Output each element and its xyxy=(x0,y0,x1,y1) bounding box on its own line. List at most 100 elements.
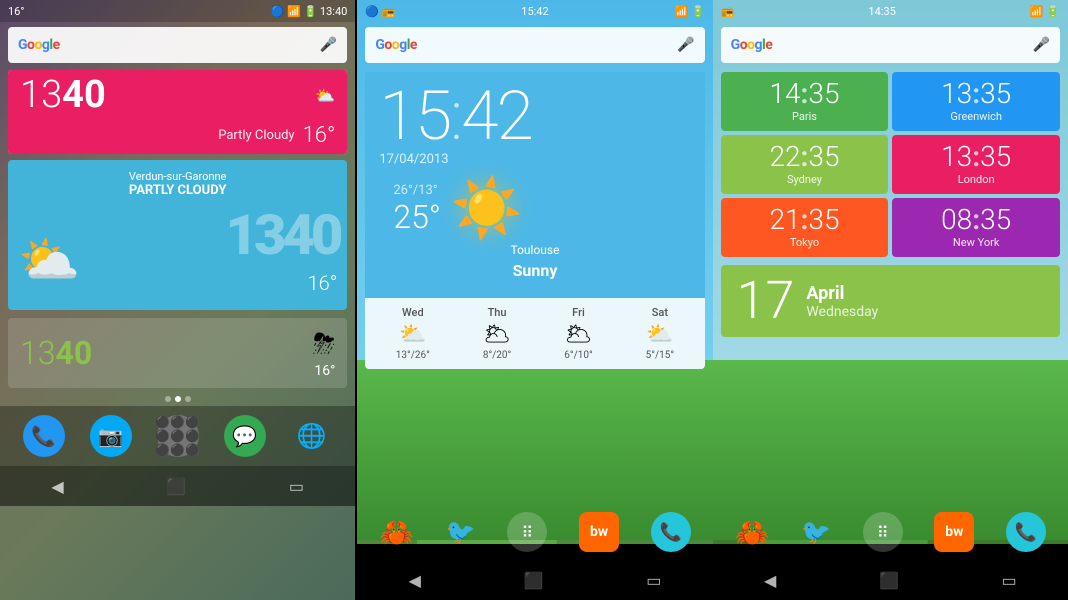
clock-paris: 14:35 Paris xyxy=(721,72,889,131)
widget1-time: 1340 xyxy=(20,76,106,114)
wwm-current-temp: 25° xyxy=(393,198,441,236)
wwm-time: 15:42 xyxy=(379,82,690,150)
dock-apps-3[interactable]: ⠿ xyxy=(863,512,903,552)
clock-greenwich-city: Greenwich xyxy=(950,110,1002,123)
nav-back-1[interactable]: ◀ xyxy=(51,477,63,496)
nav-recent-2[interactable]: ▭ xyxy=(646,571,661,590)
google-search-bar-1[interactable]: Google 🎤 xyxy=(8,27,347,63)
wwl-vertical-time: 1340 xyxy=(226,207,340,263)
status-temp: 16° xyxy=(8,5,24,18)
dock-crab-3[interactable]: 🦀 xyxy=(735,516,770,549)
clock-london: 13:35 London xyxy=(892,135,1060,194)
mic-icon-1[interactable]: 🎤 xyxy=(320,37,337,53)
forecast-day-fri: Fri 🌥 6°/10° xyxy=(564,306,592,361)
status-time-2: 15:42 xyxy=(521,5,548,18)
screen2: 🔵 📻 15:42 📶 🔋 Google 🎤 15:42 17/04/2013 … xyxy=(357,0,712,600)
date-info: April Wednesday xyxy=(806,283,878,320)
clock-sydney: 22:35 Sydney xyxy=(721,135,889,194)
clock-london-city: London xyxy=(958,173,995,186)
mic-icon-3[interactable]: 🎤 xyxy=(1033,37,1050,53)
wwm-condition: Sunny xyxy=(379,261,690,288)
dock-bw-2[interactable]: bw xyxy=(579,512,619,552)
status-time-3: 14:35 xyxy=(868,5,895,18)
dock-phone[interactable]: 📞 xyxy=(23,415,65,457)
dock-phone-2[interactable]: 📞 xyxy=(651,512,691,552)
google-logo-3: Google xyxy=(731,37,773,53)
dock-phone-3[interactable]: 📞 xyxy=(1006,512,1046,552)
clock-grid: 14:35 Paris 13:35 Greenwich 22:35 Sydney… xyxy=(721,72,1060,257)
wwm-forecast: Wed ⛅ 13°/26° Thu 🌥 8°/20° Fri 🌥 6°/10° … xyxy=(365,298,704,369)
dock-2: 🦀 🐦 ⠿ bw 📞 xyxy=(357,504,712,560)
dock-bird-3[interactable]: 🐦 xyxy=(801,518,831,546)
date-month: April xyxy=(806,283,878,304)
wcs-time: 1340 xyxy=(20,334,92,372)
nav-bar-2: ◀ ⬛ ▭ xyxy=(357,560,712,600)
widget1-condition: Partly Cloudy xyxy=(218,128,294,143)
nav-bar-1: ◀ ⬛ ▭ xyxy=(0,466,355,506)
google-search-bar-3[interactable]: Google 🎤 xyxy=(721,27,1060,63)
date-tile: 17 April Wednesday xyxy=(721,265,1060,337)
clock-paris-time: 14:35 xyxy=(769,80,839,108)
wwm-city: Toulouse xyxy=(379,243,690,261)
nav-back-3[interactable]: ◀ xyxy=(764,571,776,590)
nav-home-2[interactable]: ⬛ xyxy=(524,571,544,590)
sun-icon: ☀️ xyxy=(451,175,523,243)
status-left-3: 📻 xyxy=(721,5,735,18)
google-search-bar-2[interactable]: Google 🎤 xyxy=(365,27,704,63)
dock-hangouts[interactable]: 💬 xyxy=(224,415,266,457)
nav-recent-1[interactable]: ▭ xyxy=(289,477,304,496)
nav-back-2[interactable]: ◀ xyxy=(409,571,421,590)
wwm-date: 17/04/2013 xyxy=(379,152,690,167)
nav-home-1[interactable]: ⬛ xyxy=(166,477,186,496)
clock-london-time: 13:35 xyxy=(941,143,1011,171)
google-logo-1: Google xyxy=(18,37,60,53)
dock-camera[interactable]: 📷 xyxy=(90,415,132,457)
nav-home-3[interactable]: ⬛ xyxy=(879,571,899,590)
dock-bird-2[interactable]: 🐦 xyxy=(446,518,476,546)
wtw-top: 1340 ⛅ xyxy=(8,70,347,120)
clock-greenwich: 13:35 Greenwich xyxy=(892,72,1060,131)
dock-chrome[interactable]: 🌐 xyxy=(291,415,333,457)
wwm-temps: 26°/13° 25° xyxy=(393,183,441,236)
widget-weather-main: 15:42 17/04/2013 26°/13° 25° ☀️ Toulouse… xyxy=(365,72,704,369)
dock-crab-2[interactable]: 🦀 xyxy=(379,516,414,549)
dot-3 xyxy=(185,396,191,402)
dock-apps[interactable]: ⚫⚫⚫⚫⚫⚫⚫⚫⚫ xyxy=(157,415,199,457)
wwl-cloud-icon: ⛅ xyxy=(18,232,80,290)
dock-bw-3[interactable]: bw xyxy=(934,512,974,552)
dot-2 xyxy=(175,396,181,402)
widget1-temp: 16° xyxy=(303,123,336,148)
wcs-temp: 16° xyxy=(314,363,335,379)
dock-apps-2[interactable]: ⠿ xyxy=(507,512,547,552)
clock-newyork: 08:35 New York xyxy=(892,198,1060,257)
widget-clock-small: 1340 ⛈ 16° xyxy=(8,318,347,388)
wwm-weather-row: 26°/13° 25° ☀️ xyxy=(379,167,690,243)
widget-time-weather-1: 1340 ⛅ Partly Cloudy 16° xyxy=(8,70,347,154)
status-left-2: 🔵 📻 xyxy=(365,5,395,18)
status-right-3: 📶 🔋 xyxy=(1030,5,1060,18)
dot-1 xyxy=(165,396,171,402)
wwl-temp: 16° xyxy=(308,271,338,295)
forecast-day-sat: Sat ⛅ 5°/15° xyxy=(646,306,674,361)
nav-recent-3[interactable]: ▭ xyxy=(1002,571,1017,590)
forecast-day-wed: Wed ⛅ 13°/26° xyxy=(396,306,430,361)
forecast-day-thu: Thu 🌥 8°/20° xyxy=(483,306,511,361)
status-right-2: 📶 🔋 xyxy=(675,5,705,18)
clock-sydney-city: Sydney xyxy=(787,173,822,186)
clock-tokyo: 21:35 Tokyo xyxy=(721,198,889,257)
dock-3: 🦀 🐦 ⠿ bw 📞 xyxy=(713,504,1068,560)
page-dots xyxy=(0,396,355,402)
widget-weather-large: Verdun-sur-Garonne PARTLY CLOUDY ⛅ 1340 … xyxy=(8,160,347,310)
date-day: 17 xyxy=(737,275,795,327)
screen1: 16° 🔵 📶 🔋 13:40 Google 🎤 1340 ⛅ Partly C… xyxy=(0,0,357,600)
clock-tokyo-city: Tokyo xyxy=(790,236,819,249)
clock-tokyo-time: 21:35 xyxy=(769,206,839,234)
clock-newyork-time: 08:35 xyxy=(941,206,1011,234)
date-weekday: Wednesday xyxy=(806,304,878,320)
clock-paris-city: Paris xyxy=(792,110,817,123)
mic-icon-2[interactable]: 🎤 xyxy=(677,37,694,53)
status-bar-2: 🔵 📻 15:42 📶 🔋 xyxy=(357,0,712,22)
google-logo-2: Google xyxy=(375,37,417,53)
status-icons-1: 🔵 📶 🔋 13:40 xyxy=(271,5,348,18)
status-bar-3: 📻 14:35 📶 🔋 xyxy=(713,0,1068,22)
